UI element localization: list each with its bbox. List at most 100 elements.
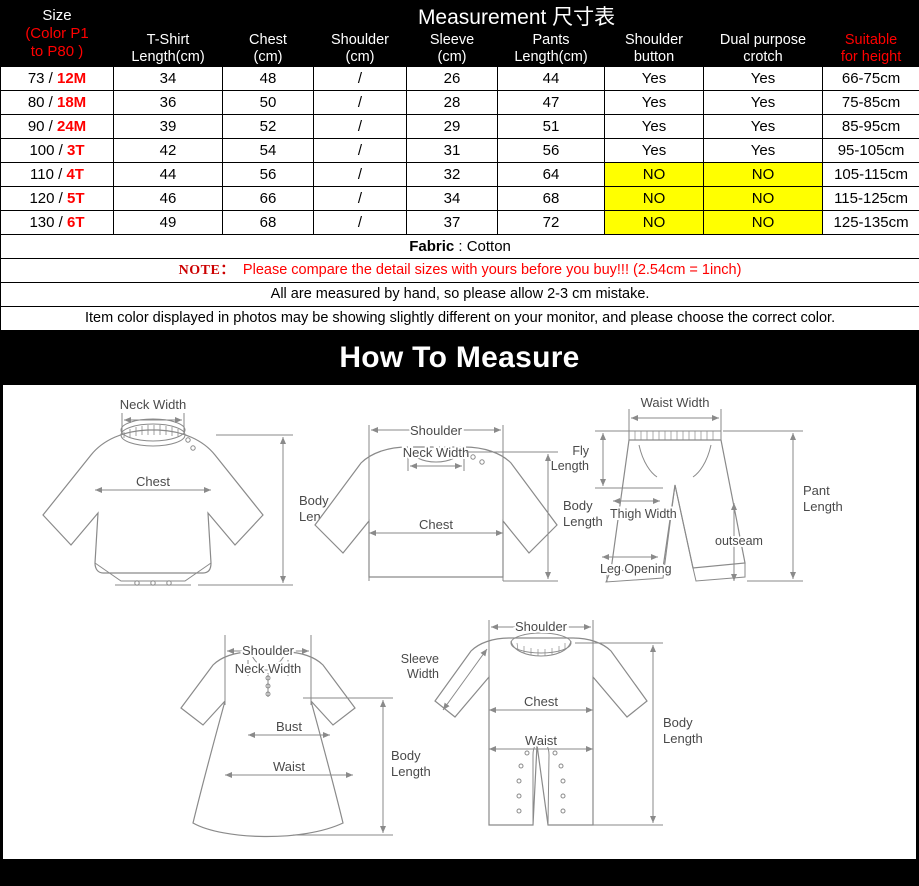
- cell-shoulder: /: [313, 114, 407, 140]
- col-header-dual-purpose-crotch-l1: Dual purpose: [719, 32, 807, 48]
- col-header-pants-length: Pants Length(cm): [497, 30, 605, 68]
- col-header-chest-l2: (cm): [253, 49, 283, 66]
- cell-shoulder-button: Yes: [604, 90, 704, 116]
- cell-tshirt-length: 36: [113, 90, 223, 116]
- cell-sleeve: 34: [406, 186, 498, 212]
- cell-shoulder: /: [313, 138, 407, 164]
- diagram-dress: Shoulder Neck Width Bust Waist Body Leng…: [180, 635, 431, 838]
- label-neck-width: Neck Width: [403, 445, 469, 460]
- cell-suitable-height: 95-105cm: [821, 138, 919, 164]
- note-text: Please compare the detail sizes with you…: [242, 262, 742, 279]
- label-waist-width: Waist Width: [641, 395, 710, 410]
- col-header-pants-length-l1: Pants: [532, 32, 570, 48]
- label-body-length-1: Body: [391, 748, 421, 763]
- label-body-length-2: Length: [663, 731, 703, 746]
- cell-chest: 52: [222, 114, 314, 140]
- cell-tshirt-length: 34: [113, 66, 223, 92]
- color-note: Item color displayed in photos may be sh…: [0, 306, 919, 332]
- col-header-shoulder-button-l2: button: [633, 49, 675, 66]
- size-header-line2: (Color P1: [25, 24, 89, 42]
- cell-pants-length: 72: [497, 210, 605, 236]
- cell-shoulder: /: [313, 210, 407, 236]
- label-fly-length-2: Length: [551, 459, 589, 473]
- cell-pants-length: 68: [497, 186, 605, 212]
- cell-sleeve: 31: [406, 138, 498, 164]
- cell-size-age: 12M: [57, 70, 87, 88]
- diagram-bodysuit: Neck Width Chest Body Length: [42, 397, 339, 586]
- label-chest: Chest: [136, 474, 170, 489]
- label-pant-length-1: Pant: [803, 483, 830, 498]
- measurement-title: Measurement 尺寸表: [112, 0, 919, 32]
- cell-pants-length: 64: [497, 162, 605, 188]
- cell-shoulder-button: Yes: [604, 114, 704, 140]
- label-pant-length-2: Length: [803, 499, 843, 514]
- table-header-row-title: Size (Color P1 to P80 ) Measurement 尺寸表: [0, 0, 919, 68]
- label-sleeve-width-2: Width: [407, 667, 439, 681]
- cell-sleeve: 26: [406, 66, 498, 92]
- color-note-row: Item color displayed in photos may be sh…: [0, 306, 919, 332]
- label-body-length-1: Body: [299, 493, 329, 508]
- col-header-tshirt-length: T-Shirt Length(cm): [113, 30, 223, 68]
- table-row: 130 / 6T 49 68 / 37 72 NO NO 125-135cm: [0, 210, 919, 236]
- label-waist: Waist: [273, 759, 305, 774]
- col-header-suitable-for-height-l1: Suitable: [844, 32, 898, 48]
- cell-sleeve: 28: [406, 90, 498, 116]
- cell-suitable-height: 105-115cm: [821, 162, 919, 188]
- cell-chest: 68: [222, 210, 314, 236]
- cell-shoulder: /: [313, 186, 407, 212]
- col-header-sleeve: Sleeve (cm): [406, 30, 498, 68]
- cell-tshirt-length: 44: [113, 162, 223, 188]
- label-body-length-2: Length: [563, 514, 603, 529]
- cell-tshirt-length: 49: [113, 210, 223, 236]
- table-row: 100 / 3T 42 54 / 31 56 Yes Yes 95-105cm: [0, 138, 919, 164]
- cell-chest: 56: [222, 162, 314, 188]
- size-header-line3: to P80 ): [30, 42, 84, 60]
- cell-size-number: 80 /: [27, 94, 57, 112]
- label-leg-opening: Leg Opening: [600, 562, 672, 576]
- col-header-dual-purpose-crotch-l2: crotch: [743, 49, 783, 66]
- table-row: 90 / 24M 39 52 / 29 51 Yes Yes 85-95cm: [0, 114, 919, 140]
- cell-shoulder-button: NO: [604, 210, 704, 236]
- cell-size: 120 / 5T: [0, 186, 114, 212]
- size-header-line1: Size: [42, 6, 72, 24]
- cell-dual-purpose-crotch: Yes: [703, 90, 823, 116]
- cell-shoulder-button: NO: [604, 186, 704, 212]
- cell-chest: 66: [222, 186, 314, 212]
- label-sleeve-width-1: Sleeve: [401, 652, 439, 666]
- note-tag: NOTE：: [178, 263, 235, 279]
- how-to-measure-title: How To Measure: [339, 341, 580, 375]
- cell-suitable-height: 66-75cm: [821, 66, 919, 92]
- fabric-note: Fabric : Cotton: [0, 234, 919, 260]
- cell-tshirt-length: 46: [113, 186, 223, 212]
- col-header-chest: Chest (cm): [222, 30, 314, 68]
- cell-shoulder-button: NO: [604, 162, 704, 188]
- col-header-pants-length-l2: Length(cm): [514, 49, 588, 66]
- table-row: 120 / 5T 46 66 / 34 68 NO NO 115-125cm: [0, 186, 919, 212]
- cell-pants-length: 47: [497, 90, 605, 116]
- size-chart-sheet: Size (Color P1 to P80 ) Measurement 尺寸表 …: [0, 0, 919, 886]
- cell-size-age: 5T: [67, 190, 85, 208]
- diagram-pants: Waist Width Fly Length Thigh Width Leg O…: [551, 395, 843, 583]
- cell-shoulder: /: [313, 90, 407, 116]
- col-header-tshirt-length-l2: Length(cm): [131, 49, 205, 66]
- cell-pants-length: 51: [497, 114, 605, 140]
- cell-dual-purpose-crotch: NO: [703, 186, 823, 212]
- cell-sleeve: 37: [406, 210, 498, 236]
- cell-suitable-height: 115-125cm: [821, 186, 919, 212]
- cell-dual-purpose-crotch: Yes: [703, 66, 823, 92]
- measure-note: All are measured by hand, so please allo…: [0, 282, 919, 308]
- measure-note-row: All are measured by hand, so please allo…: [0, 282, 919, 308]
- warning-note-row: NOTE： Please compare the detail sizes wi…: [0, 258, 919, 284]
- cell-size-number: 90 /: [27, 118, 57, 136]
- diagram-romper: Shoulder Sleeve Width Chest Waist Body L…: [401, 617, 703, 826]
- cell-size-age: 6T: [67, 214, 85, 232]
- fabric-label: Fabric: [409, 238, 455, 256]
- cell-suitable-height: 125-135cm: [821, 210, 919, 236]
- label-fly-length-1: Fly: [572, 444, 589, 458]
- label-shoulder: Shoulder: [242, 643, 295, 658]
- cell-size: 110 / 4T: [0, 162, 114, 188]
- cell-shoulder-button: Yes: [604, 66, 704, 92]
- fabric-row: Fabric : Cotton: [0, 234, 919, 260]
- cell-dual-purpose-crotch: Yes: [703, 114, 823, 140]
- table-row: 110 / 4T 44 56 / 32 64 NO NO 105-115cm: [0, 162, 919, 188]
